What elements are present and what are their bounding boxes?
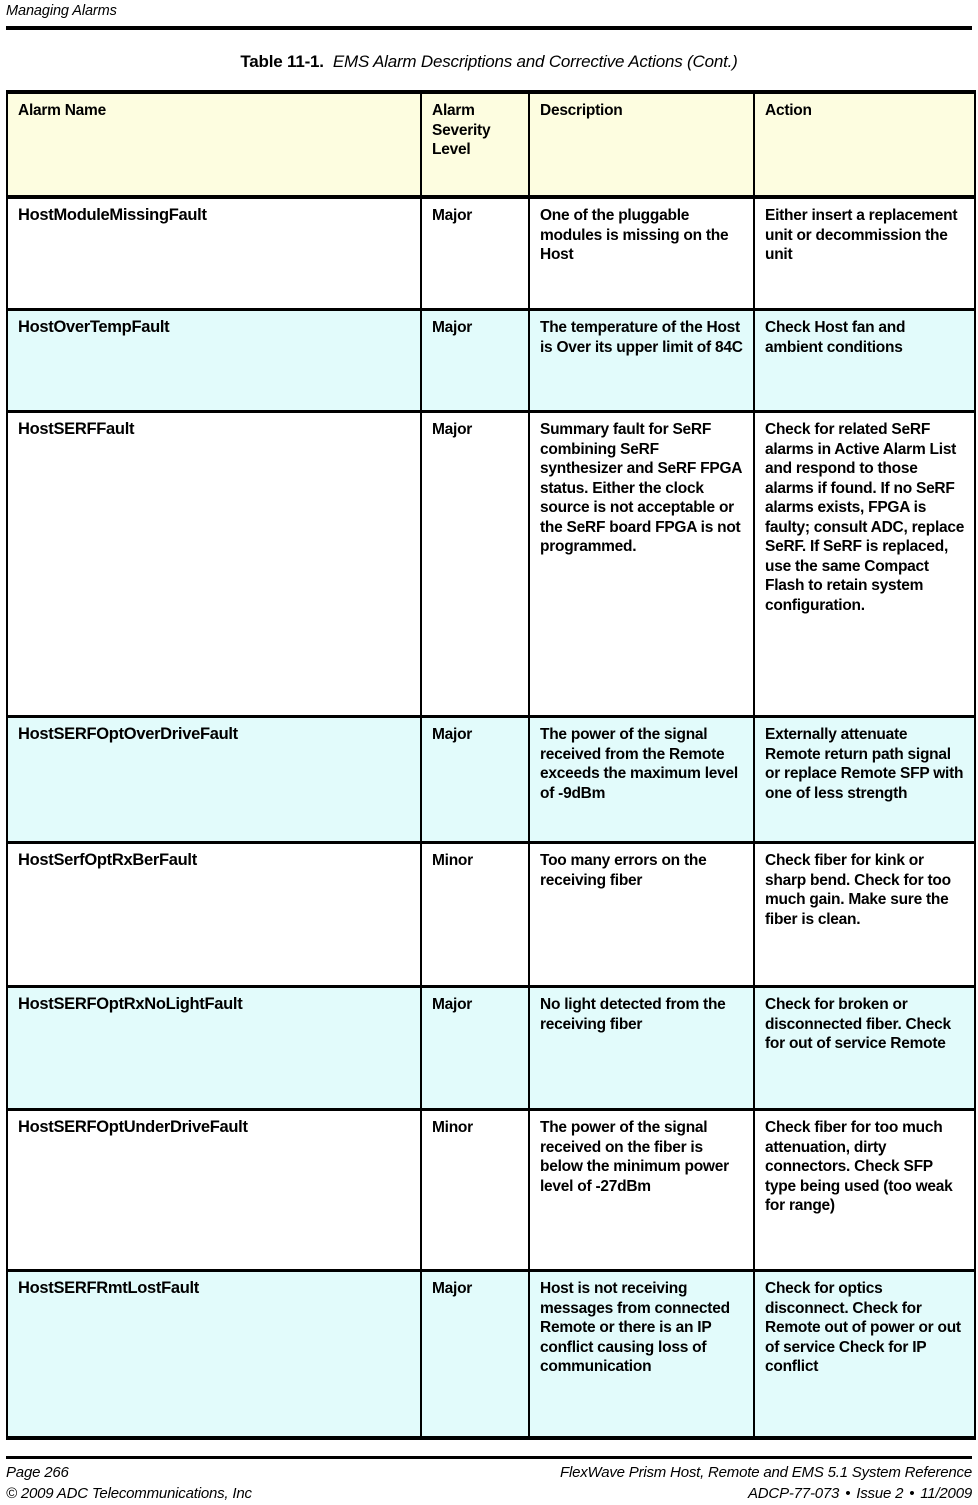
cell-action: Check for broken or disconnected fiber. … — [753, 986, 975, 1110]
cell-description: The power of the signal received on the … — [528, 1109, 755, 1271]
table-header-row: Alarm Name Alarm Severity Level Descript… — [7, 92, 975, 199]
footer-document-title: FlexWave Prism Host, Remote and EMS 5.1 … — [559, 1464, 972, 1481]
footer-copyright: © 2009 ADC Telecommunications, Inc — [6, 1485, 252, 1502]
cell-severity: Major — [420, 309, 530, 412]
cell-action: Either insert a replacement unit or deco… — [753, 197, 975, 310]
column-header-action: Action — [753, 92, 975, 199]
footer-separator-2: • — [909, 1485, 915, 1502]
table-caption-label: Table 11-1. — [240, 52, 324, 71]
footer-issue: Issue 2 — [856, 1485, 904, 1502]
cell-alarm-name: HostSERFOptRxNoLightFault — [7, 986, 422, 1110]
cell-severity: Major — [420, 411, 530, 717]
footer-row-top: Page 266 FlexWave Prism Host, Remote and… — [6, 1462, 972, 1483]
cell-description: The power of the signal received from th… — [528, 716, 755, 843]
header-divider-rule — [6, 26, 972, 30]
cell-severity: Major — [420, 1270, 530, 1438]
table-row: HostSERFOptOverDriveFault Major The powe… — [7, 716, 975, 843]
cell-alarm-name: HostSERFOptOverDriveFault — [7, 716, 422, 843]
table-caption: Table 11-1. EMS Alarm Descriptions and Co… — [0, 52, 978, 72]
cell-alarm-name: HostSERFRmtLostFault — [7, 1270, 422, 1438]
cell-alarm-name: HostModuleMissingFault — [7, 197, 422, 310]
table-row: HostSERFFault Major Summary fault for Se… — [7, 411, 975, 717]
footer-doc-number: ADCP-77-073 — [748, 1485, 840, 1502]
cell-action: Externally attenuate Remote return path … — [753, 716, 975, 843]
cell-severity: Minor — [420, 1109, 530, 1271]
cell-description: One of the pluggable modules is missing … — [528, 197, 755, 310]
cell-description: Summary fault for SeRF combining SeRF sy… — [528, 411, 755, 717]
cell-alarm-name: HostSERFFault — [7, 411, 422, 717]
column-header-description: Description — [528, 92, 755, 199]
cell-action: Check Host fan and ambient conditions — [753, 309, 975, 412]
table-header: Alarm Name Alarm Severity Level Descript… — [7, 92, 975, 199]
page-footer: Page 266 FlexWave Prism Host, Remote and… — [6, 1462, 972, 1504]
footer-separator-1: • — [845, 1485, 851, 1502]
table-row: HostSERFOptUnderDriveFault Minor The pow… — [7, 1109, 975, 1271]
footer-doc-meta: ADCP-77-073 • Issue 2 • 11/2009 — [748, 1483, 972, 1504]
table-body: HostModuleMissingFault Major One of the … — [7, 197, 975, 1438]
cell-alarm-name: HostSerfOptRxBerFault — [7, 842, 422, 987]
cell-description: Too many errors on the receiving fiber — [528, 842, 755, 987]
footer-page-number: Page 266 — [6, 1464, 69, 1481]
cell-severity: Minor — [420, 842, 530, 987]
table-row: HostSerfOptRxBerFault Minor Too many err… — [7, 842, 975, 987]
cell-severity: Major — [420, 716, 530, 843]
table-row: HostSERFOptRxNoLightFault Major No light… — [7, 986, 975, 1110]
running-head-text: Managing Alarms — [6, 3, 117, 19]
cell-severity: Major — [420, 197, 530, 310]
table-caption-title: EMS Alarm Descriptions and Corrective Ac… — [332, 52, 738, 71]
cell-description: Host is not receiving messages from conn… — [528, 1270, 755, 1438]
cell-severity: Major — [420, 986, 530, 1110]
alarm-descriptions-table: Alarm Name Alarm Severity Level Descript… — [6, 90, 976, 1440]
cell-description: No light detected from the receiving fib… — [528, 986, 755, 1110]
table-row: HostSERFRmtLostFault Major Host is not r… — [7, 1270, 975, 1438]
cell-action: Check fiber for kink or sharp bend. Chec… — [753, 842, 975, 987]
cell-description: The temperature of the Host is Over its … — [528, 309, 755, 412]
page-running-header: Managing Alarms — [6, 2, 972, 20]
column-header-alarm-name: Alarm Name — [7, 92, 422, 199]
footer-date: 11/2009 — [920, 1485, 972, 1502]
footer-row-bottom: © 2009 ADC Telecommunications, Inc ADCP-… — [6, 1483, 972, 1504]
table-row: HostOverTempFault Major The temperature … — [7, 309, 975, 412]
cell-alarm-name: HostOverTempFault — [7, 309, 422, 412]
footer-divider-rule — [6, 1456, 972, 1459]
cell-action: Check fiber for too much attenuation, di… — [753, 1109, 975, 1271]
cell-action: Check for related SeRF alarms in Active … — [753, 411, 975, 717]
cell-action: Check for optics disconnect. Check for R… — [753, 1270, 975, 1438]
table-row: HostModuleMissingFault Major One of the … — [7, 197, 975, 310]
cell-alarm-name: HostSERFOptUnderDriveFault — [7, 1109, 422, 1271]
column-header-alarm-severity-level: Alarm Severity Level — [420, 92, 530, 199]
